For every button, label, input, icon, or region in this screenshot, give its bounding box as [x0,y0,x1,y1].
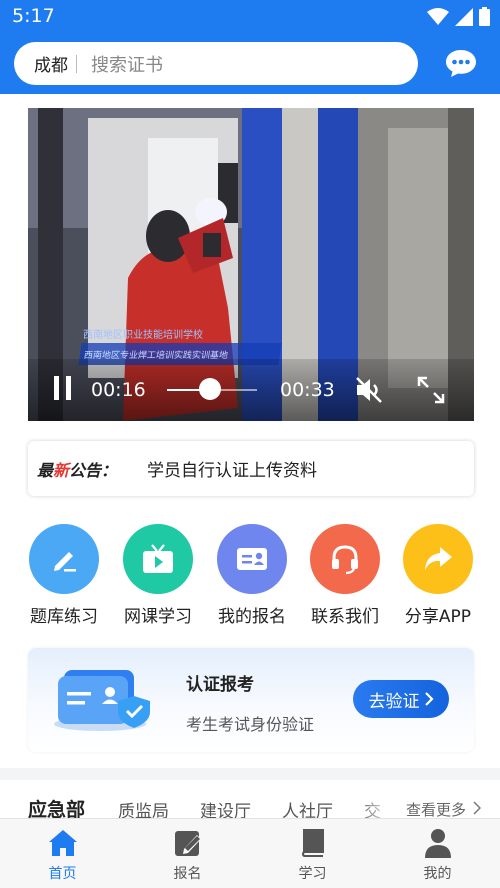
tv-icon [143,544,173,573]
city-selector[interactable]: 成都 [34,51,68,76]
status-time: 5:17 [12,5,55,27]
battery-icon [479,7,490,26]
total-time: 00:33 [280,379,335,401]
notice-label-suffix: 公告： [69,460,118,480]
user-icon [425,829,451,858]
identity-verify-icon [54,670,150,731]
chevron-right-icon [424,692,434,706]
bottom-tab-bar: 首页 报名 学习 我的 [0,818,500,888]
search-divider [76,54,77,73]
headset-icon [332,545,358,575]
share-icon [425,547,452,570]
tab-home[interactable]: 首页 [0,819,125,888]
quick-action-label: 题库练习 [30,607,98,627]
category-tabs: 应急部 质监局 建设厅 人社厅 交 查看更多 [0,790,500,824]
tab-home-label: 首页 [48,866,77,882]
message-button[interactable] [444,48,478,78]
quick-action-label: 分享APP [404,607,472,627]
view-more-link[interactable]: 查看更多 [406,799,481,820]
quick-action-circle [123,524,193,594]
progress-knob[interactable] [199,378,222,400]
verify-button[interactable]: 去验证 [353,680,449,718]
notice-text[interactable]: 学员自行认证上传资料 [147,456,317,481]
quick-action-contact-us[interactable]: 联系我们 [300,524,390,627]
section-divider [0,768,500,780]
pause-icon[interactable] [52,376,74,400]
id-card-icon [237,548,267,570]
tab-study[interactable]: 学习 [250,819,375,888]
quick-action-circle [310,524,380,594]
search-bar[interactable]: 成都 搜索证书 [14,42,418,85]
quick-action-label: 联系我们 [311,607,379,627]
quick-action-circle [29,524,99,594]
tab-mine[interactable]: 我的 [375,819,500,888]
notice-bar[interactable]: 最新公告： 学员自行认证上传资料 [28,441,474,496]
status-icons [427,7,490,26]
certification-title: 认证报考 [186,675,254,695]
quick-action-circle [217,524,287,594]
signal-icon [455,7,473,26]
verify-button-label: 去验证 [368,691,420,712]
chat-bubble-icon [446,50,476,77]
quick-action-share-app[interactable]: 分享APP [393,524,483,627]
quick-action-label: 我的报名 [218,607,286,627]
video-watermark: 西南地区职业技能培训学校 [83,330,203,341]
wifi-icon [427,7,449,25]
book-icon [301,829,324,857]
status-bar: 5:17 [0,0,500,32]
quick-action-label: 网课学习 [124,607,192,627]
mute-icon[interactable] [354,376,384,404]
current-time: 00:16 [91,379,146,401]
certification-subtitle: 考生考试身份验证 [186,715,315,734]
edit-form-icon [175,831,201,856]
video-player[interactable]: 西南地区职业技能培训学校 西南地区专业焊工培训实践实训基地 00:16 00:3… [28,108,474,421]
home-icon [49,830,77,856]
quick-action-question-bank[interactable]: 题库练习 [19,524,109,627]
tab-study-label: 学习 [298,866,327,882]
quick-action-online-course[interactable]: 网课学习 [113,524,203,627]
fullscreen-icon[interactable] [416,375,446,405]
chevron-right-icon [473,801,481,815]
notice-label: 最新公告： [37,457,145,481]
tab-registration[interactable]: 报名 [125,819,250,888]
search-input[interactable]: 搜索证书 [91,51,163,77]
header: 成都 搜索证书 [0,32,500,94]
quick-action-circle [403,524,473,594]
notice-label-highlight: 新 [53,460,70,480]
tab-registration-label: 报名 [173,866,202,882]
video-controls: 00:16 00:33 [28,359,474,421]
quick-action-my-registration[interactable]: 我的报名 [207,524,297,627]
view-more-label: 查看更多 [406,801,467,819]
pencil-icon [54,552,76,572]
certification-card[interactable]: 认证报考 考生考试身份验证 去验证 [28,648,474,752]
tab-mine-label: 我的 [423,866,452,882]
notice-label-prefix: 最 [37,460,54,480]
